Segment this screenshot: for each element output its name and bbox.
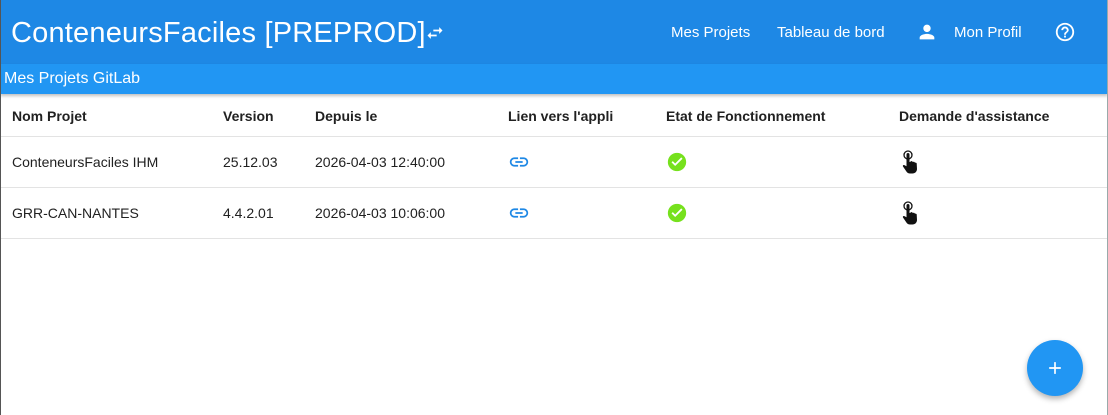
table-row: ConteneursFaciles IHM 25.12.03 2026-04-0…: [0, 137, 1108, 188]
nav-mon-profil[interactable]: Mon Profil: [916, 0, 1022, 64]
page-title: Mes Projets GitLab: [4, 70, 141, 87]
version-cell: 4.4.2.01: [223, 205, 274, 221]
nav-mes-projets[interactable]: Mes Projets: [671, 0, 750, 64]
column-header-assistance[interactable]: Demande d'assistance: [899, 96, 1049, 136]
check-circle-icon: [667, 152, 687, 172]
sub-toolbar: Mes Projets GitLab: [0, 64, 1108, 94]
add-project-button[interactable]: [1027, 340, 1083, 396]
column-header-nom-projet[interactable]: Nom Projet: [12, 96, 87, 136]
person-icon: [916, 21, 938, 43]
check-circle-icon: [667, 203, 687, 223]
date-cell: 2026-04-03 10:06:00: [315, 205, 445, 221]
swap-horiz-icon[interactable]: [422, 20, 448, 46]
plus-icon: [1049, 362, 1061, 374]
nav-tableau-de-bord[interactable]: Tableau de bord: [777, 0, 885, 64]
link-icon[interactable]: [508, 202, 530, 224]
status-cell: [666, 188, 688, 238]
nav-mon-profil-label: Mon Profil: [954, 23, 1022, 41]
window-border-left: [0, 0, 1, 415]
column-header-depuis-le[interactable]: Depuis le: [315, 96, 377, 136]
app-link[interactable]: [508, 137, 530, 187]
column-header-etat[interactable]: Etat de Fonctionnement: [666, 96, 825, 136]
hand-pointer-icon[interactable]: [899, 201, 921, 225]
column-header-lien[interactable]: Lien vers l'appli: [508, 96, 613, 136]
assistance-cell[interactable]: [899, 188, 921, 238]
table-row: GRR-CAN-NANTES 4.4.2.01 2026-04-03 10:06…: [0, 188, 1108, 239]
status-cell: [666, 137, 688, 187]
column-header-version[interactable]: Version: [223, 96, 274, 136]
app-link[interactable]: [508, 188, 530, 238]
date-cell: 2026-04-03 12:40:00: [315, 154, 445, 170]
app-title: ConteneursFaciles [PREPROD]: [11, 17, 426, 49]
hand-pointer-icon[interactable]: [899, 150, 921, 174]
projects-table: Nom Projet Version Depuis le Lien vers l…: [0, 96, 1108, 239]
assistance-cell[interactable]: [899, 137, 921, 187]
link-icon[interactable]: [508, 151, 530, 173]
version-cell: 25.12.03: [223, 154, 278, 170]
table-header-row: Nom Projet Version Depuis le Lien vers l…: [0, 96, 1108, 137]
project-name-cell: GRR-CAN-NANTES: [12, 205, 139, 221]
project-name-cell: ConteneursFaciles IHM: [12, 154, 159, 170]
app-bar: ConteneursFaciles [PREPROD] Mes Projets …: [0, 0, 1108, 64]
help-circle-icon[interactable]: [1054, 21, 1076, 43]
